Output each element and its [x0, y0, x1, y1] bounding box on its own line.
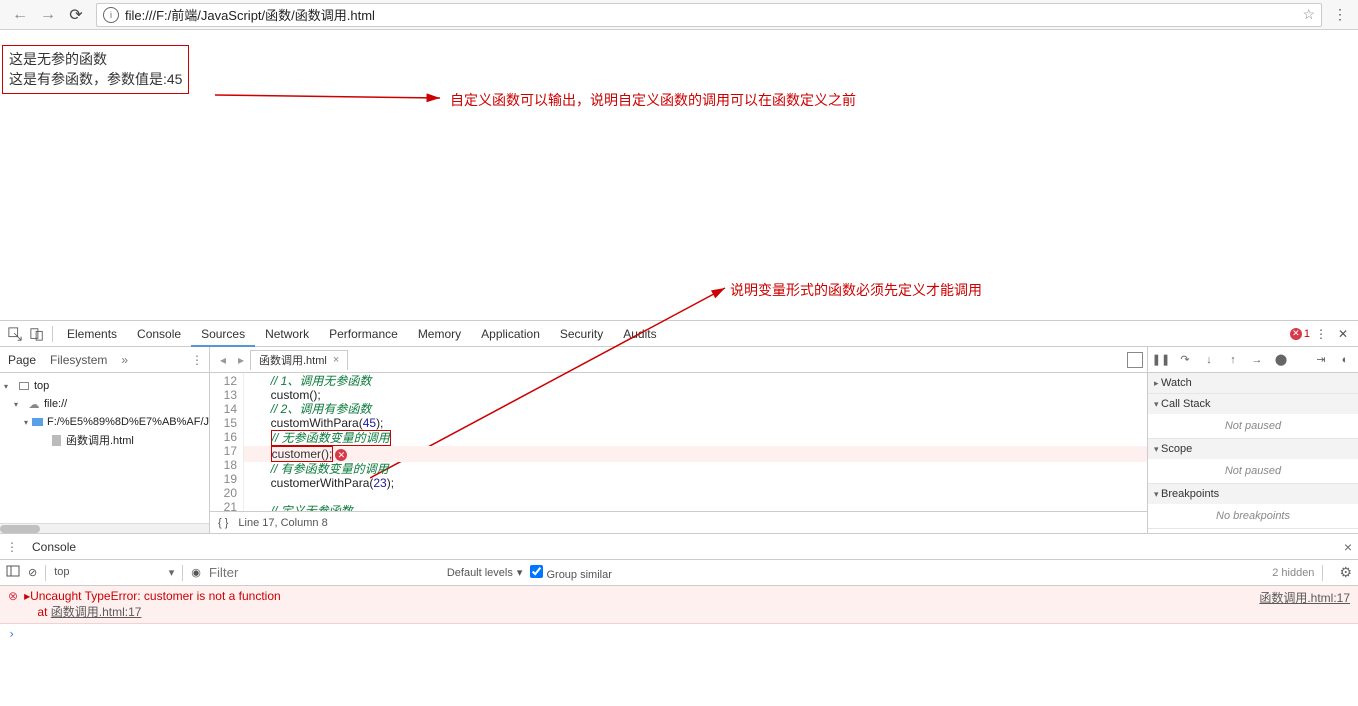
filter-input[interactable]	[209, 565, 439, 580]
console-messages: ⊗ ▸Uncaught TypeError: customer is not a…	[0, 586, 1358, 644]
close-devtools-icon[interactable]: ✕	[1332, 323, 1354, 345]
console-settings-icon[interactable]: ⚙	[1339, 564, 1352, 581]
tree-origin[interactable]: ▾☁file://	[0, 395, 209, 413]
tab-console[interactable]: Console	[127, 321, 191, 347]
tab-elements[interactable]: Elements	[57, 321, 127, 347]
devtools: Elements Console Sources Network Perform…	[0, 320, 1358, 644]
sources-navigator: Page Filesystem » ⋮ ▾top ▾☁file:// ▾F:/%…	[0, 347, 210, 533]
console-tab[interactable]: Console	[24, 540, 84, 554]
inspect-icon[interactable]	[4, 323, 26, 345]
output-box: 这是无参的函数 这是有参函数，参数值是:45	[2, 45, 189, 94]
bookmark-icon[interactable]: ☆	[1302, 6, 1315, 23]
drawer-menu-icon[interactable]: ⋮	[6, 540, 18, 554]
step-over-icon[interactable]: ↷	[1176, 351, 1194, 369]
tab-performance[interactable]: Performance	[319, 321, 408, 347]
nav-more-icon[interactable]: »	[121, 353, 128, 367]
callstack-body: Not paused	[1148, 414, 1358, 438]
history-fwd-icon[interactable]: ▸	[232, 353, 250, 367]
devtools-menu-icon[interactable]: ⋮	[1310, 323, 1332, 345]
file-tab-bar: ◂ ▸ 函数调用.html ×	[210, 347, 1147, 373]
stack-link[interactable]: 函数调用.html:17	[51, 605, 142, 619]
history-back-icon[interactable]: ◂	[214, 353, 232, 367]
tab-application[interactable]: Application	[471, 321, 550, 347]
annotation-text: 说明变量形式的函数必须先定义才能调用	[730, 280, 982, 300]
context-select[interactable]: top ▾	[54, 566, 174, 579]
console-drawer: ⋮ Console × ⊘ top ▾ ◉ Default levels ▾ G…	[0, 533, 1358, 644]
annotation-text: 自定义函数可以输出，说明自定义函数的调用可以在函数定义之前	[450, 90, 856, 110]
page-content: 这是无参的函数 这是有参函数，参数值是:45 自定义函数可以输出，说明自定义函数…	[0, 30, 1358, 320]
tab-audits[interactable]: Audits	[613, 321, 666, 347]
file-tab[interactable]: 函数调用.html ×	[250, 350, 348, 370]
output-line: 这是无参的函数	[9, 50, 182, 70]
code-editor[interactable]: 12131415161718192021 // 1、调用无参函数 custom(…	[210, 373, 1147, 511]
debugger-sidebar: ❚❚ ↷ ↓ ↑ → ⬤ ⇥ ◐ Watch Call StackNot pau…	[1148, 347, 1358, 533]
url-text: file:///F:/前端/JavaScript/函数/函数调用.html	[125, 5, 1302, 24]
editor-status-bar: { } Line 17, Column 8	[210, 511, 1147, 533]
nav-tab-page[interactable]: Page	[8, 353, 36, 367]
async-icon[interactable]: ⇥	[1312, 351, 1330, 369]
browser-toolbar: ← → ⟳ i file:///F:/前端/JavaScript/函数/函数调用…	[0, 0, 1358, 30]
log-levels-select[interactable]: Default levels ▾	[447, 566, 523, 579]
pause-on-exception-icon[interactable]: ◐	[1336, 351, 1354, 369]
close-drawer-icon[interactable]: ×	[1344, 539, 1352, 555]
step-out-icon[interactable]: ↑	[1224, 351, 1242, 369]
callstack-header[interactable]: Call Stack	[1148, 394, 1358, 414]
console-error-row[interactable]: ⊗ ▸Uncaught TypeError: customer is not a…	[0, 586, 1358, 624]
error-text: ▸Uncaught TypeError: customer is not a f…	[24, 589, 1259, 620]
tab-network[interactable]: Network	[255, 321, 319, 347]
nav-menu-icon[interactable]: ⋮	[191, 353, 203, 367]
devtools-tabs: Elements Console Sources Network Perform…	[0, 321, 1358, 347]
breakpoints-body: No breakpoints	[1148, 504, 1358, 528]
group-similar-checkbox[interactable]: Group similar	[530, 565, 611, 581]
forward-button[interactable]: →	[34, 6, 62, 24]
scope-body: Not paused	[1148, 459, 1358, 483]
scope-header[interactable]: Scope	[1148, 439, 1358, 459]
step-icon[interactable]: →	[1248, 351, 1266, 369]
console-toolbar: ⊘ top ▾ ◉ Default levels ▾ Group similar…	[0, 560, 1358, 586]
hidden-count[interactable]: 2 hidden	[1272, 567, 1314, 579]
breakpoints-header[interactable]: Breakpoints	[1148, 484, 1358, 504]
device-icon[interactable]	[26, 323, 48, 345]
error-location[interactable]: 函数调用.html:17	[1259, 589, 1350, 620]
error-badge[interactable]: ✕1	[1290, 328, 1310, 340]
watch-header[interactable]: Watch	[1148, 373, 1358, 393]
live-expression-icon[interactable]: ◉	[191, 566, 201, 579]
debugger-toolbar: ❚❚ ↷ ↓ ↑ → ⬤ ⇥ ◐	[1148, 347, 1358, 373]
pause-icon[interactable]: ❚❚	[1152, 351, 1170, 369]
deactivate-bp-icon[interactable]: ⬤	[1272, 351, 1290, 369]
nav-tab-filesystem[interactable]: Filesystem	[50, 353, 107, 367]
back-button[interactable]: ←	[6, 6, 34, 24]
sources-editor: ◂ ▸ 函数调用.html × 12131415161718192021 // …	[210, 347, 1148, 533]
reload-button[interactable]: ⟳	[62, 5, 90, 25]
step-into-icon[interactable]: ↓	[1200, 351, 1218, 369]
clear-console-icon[interactable]: ⊘	[28, 566, 37, 579]
browser-menu-button[interactable]: ⋮	[1328, 6, 1352, 23]
tab-sources[interactable]: Sources	[191, 321, 255, 347]
error-icon: ⊗	[8, 589, 18, 620]
address-bar[interactable]: i file:///F:/前端/JavaScript/函数/函数调用.html …	[96, 3, 1322, 27]
tree-folder[interactable]: ▾F:/%E5%89%8D%E7%AB%AF/Ja	[0, 413, 209, 431]
maximize-icon[interactable]	[1127, 352, 1143, 368]
tree-top[interactable]: ▾top	[0, 377, 209, 395]
file-tab-label: 函数调用.html	[259, 352, 327, 368]
annotation-arrow-icon	[215, 80, 450, 110]
tree-file[interactable]: 函数调用.html	[0, 431, 209, 449]
sources-panel: Page Filesystem » ⋮ ▾top ▾☁file:// ▾F:/%…	[0, 347, 1358, 533]
sidebar-toggle-icon[interactable]	[6, 564, 20, 581]
output-line: 这是有参函数，参数值是:45	[9, 70, 182, 90]
info-icon: i	[103, 7, 119, 23]
tab-memory[interactable]: Memory	[408, 321, 471, 347]
close-tab-icon[interactable]: ×	[333, 354, 339, 366]
file-tree: ▾top ▾☁file:// ▾F:/%E5%89%8D%E7%AB%AF/Ja…	[0, 373, 209, 453]
nav-scrollbar[interactable]	[0, 523, 209, 533]
tab-security[interactable]: Security	[550, 321, 613, 347]
cursor-position: Line 17, Column 8	[238, 517, 327, 529]
console-prompt[interactable]: ›	[0, 624, 1358, 644]
format-icon[interactable]: { }	[218, 517, 228, 529]
